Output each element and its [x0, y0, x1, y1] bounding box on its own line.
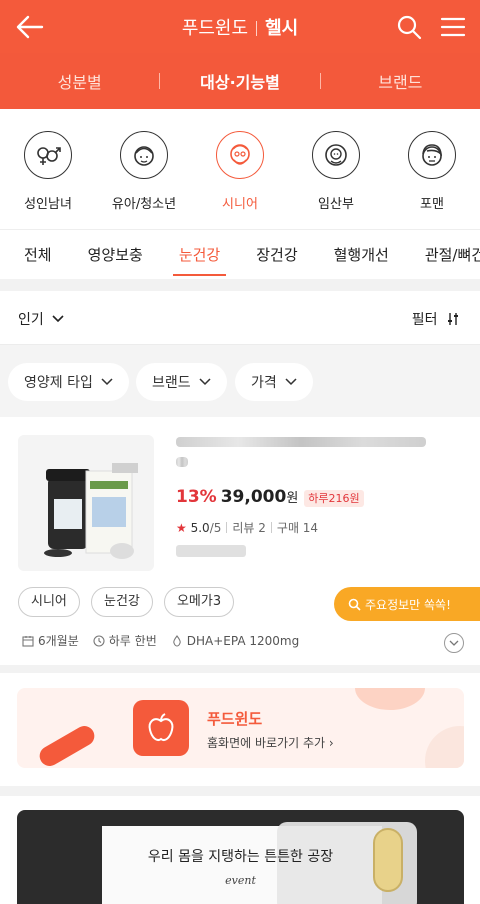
section-name: 헬시 — [265, 18, 299, 39]
product-image[interactable] — [18, 435, 154, 571]
meta-duration: 6개월분 — [22, 632, 79, 649]
sort-row: 인기 필터 — [0, 291, 480, 345]
chevron-down-icon — [52, 315, 64, 323]
tab-gut-health[interactable]: 장건강 — [256, 230, 297, 279]
subnav-brand[interactable]: 브랜드 — [321, 69, 480, 93]
category-label: 성인남녀 — [24, 197, 72, 212]
rating-row: ★ 5.0/5 리뷰 2 구매 14 — [176, 519, 318, 536]
sort-label: 인기 — [18, 312, 44, 328]
product-tags: 시니어 눈건강 오메가3 — [18, 587, 240, 617]
tag-omega3[interactable]: 오메가3 — [163, 587, 235, 617]
category-formen[interactable]: 포맨 — [384, 109, 480, 229]
product-meta: 6개월분 하루 한번 DHA+EPA 1200mg — [22, 632, 313, 649]
chip-brand[interactable]: 브랜드 — [136, 363, 227, 401]
price-row: 13% 39,000원 하루216원 — [176, 487, 364, 507]
sub-navigation: 성분별 대상·기능별 브랜드 — [0, 53, 480, 109]
brand-name-blurred — [176, 545, 246, 557]
category-label: 포맨 — [420, 197, 444, 212]
banner-subtitle: 홈화면에 바로가기 추가 › — [207, 736, 334, 750]
tab-joint-bone[interactable]: 관절/뼈건 — [425, 230, 480, 279]
category-adult[interactable]: 성인남녀 — [0, 109, 96, 229]
category-label: 임산부 — [318, 197, 354, 212]
category-pregnant[interactable]: 임산부 — [288, 109, 384, 229]
meta-frequency-text: 하루 한번 — [108, 634, 157, 648]
baby-icon — [312, 131, 360, 179]
category-label: 시니어 — [222, 197, 258, 212]
category-icons: 성인남녀 유아/청소년 시니어 임산부 포맨 — [0, 109, 480, 229]
meta-duration-text: 6개월분 — [38, 634, 79, 648]
decorative-shape — [36, 722, 98, 768]
purchase-count: 구매 14 — [276, 521, 319, 535]
key-info-button[interactable]: 주요정보만 쏙쏙! — [334, 587, 480, 621]
decorative-shape — [355, 688, 425, 710]
chip-supplement-type[interactable]: 영양제 타입 — [8, 363, 129, 401]
key-info-label: 주요정보만 쏙쏙! — [365, 597, 451, 612]
meta-ingredient: DHA+EPA 1200mg — [171, 634, 299, 648]
per-day-price-badge: 하루216원 — [304, 490, 364, 507]
add-shortcut-banner[interactable]: 푸드윈도 홈화면에 바로가기 추가 › — [17, 688, 464, 768]
tag-eye-health[interactable]: 눈건강 — [90, 587, 153, 617]
banner-title: 푸드윈도 — [207, 710, 263, 728]
meta-ingredient-text: DHA+EPA 1200mg — [186, 633, 300, 648]
chip-label: 브랜드 — [152, 375, 191, 391]
event-text: 우리 몸을 지탱하는 튼튼한 공장 — [147, 849, 334, 865]
section-gap — [0, 279, 480, 291]
category-label: 유아/청소년 — [111, 197, 177, 212]
hamburger-menu-icon[interactable] — [440, 16, 466, 38]
tag-senior[interactable]: 시니어 — [18, 587, 80, 617]
decorative-shape — [425, 726, 464, 768]
top-bar: 푸드윈도 헬시 — [0, 0, 480, 53]
event-badge: event — [225, 874, 256, 887]
man-face-icon — [408, 131, 456, 179]
chevron-down-icon — [101, 378, 113, 386]
subnav-target-function[interactable]: 대상·기능별 — [160, 69, 319, 93]
tab-nutrition[interactable]: 영양보충 — [88, 230, 143, 279]
rating-value: 5.0 — [190, 521, 210, 535]
rating-max: /5 — [209, 521, 222, 535]
meta-frequency: 하루 한번 — [93, 632, 157, 649]
apple-icon — [133, 700, 189, 756]
search-icon[interactable] — [396, 14, 422, 40]
chevron-down-icon — [449, 640, 459, 646]
section-gap — [0, 786, 480, 796]
chevron-down-icon — [285, 378, 297, 386]
child-face-icon — [120, 131, 168, 179]
tab-eye-health[interactable]: 눈건강 — [172, 230, 227, 279]
gender-icon — [24, 131, 72, 179]
event-card[interactable]: 우리 몸을 지탱하는 튼튼한 공장 event — [17, 810, 464, 904]
senior-face-icon — [216, 131, 264, 179]
function-tabs: 전체 영양보충 눈건강 장건강 혈행개선 관절/뼈건 — [0, 229, 480, 279]
chip-label: 영양제 타입 — [24, 375, 93, 391]
expand-button[interactable] — [444, 633, 464, 653]
chip-price[interactable]: 가격 — [235, 363, 313, 401]
tab-circulation[interactable]: 혈행개선 — [334, 230, 389, 279]
filter-chips: 영양제 타입 브랜드 가격 — [0, 345, 480, 417]
chip-label: 가격 — [251, 375, 277, 391]
subnav-ingredient[interactable]: 성분별 — [0, 69, 159, 93]
calendar-icon — [22, 635, 34, 647]
droplet-icon — [173, 634, 181, 647]
category-child[interactable]: 유아/청소년 — [96, 109, 192, 229]
category-senior[interactable]: 시니어 — [192, 109, 288, 229]
discount-rate: 13% — [176, 487, 217, 507]
price-amount: 39,000 — [220, 487, 287, 507]
chevron-down-icon — [199, 378, 211, 386]
brand-name: 푸드윈도 — [181, 18, 249, 39]
review-count: 리뷰 2 — [232, 521, 266, 535]
filter-label: 필터 — [411, 312, 438, 328]
tab-all[interactable]: 전체 — [24, 230, 52, 279]
star-icon: ★ — [176, 521, 187, 535]
sort-dropdown[interactable]: 인기 — [18, 309, 64, 329]
product-card[interactable]: 13% 39,000원 하루216원 ★ 5.0/5 리뷰 2 구매 14 시니어 눈건… — [0, 417, 480, 665]
search-icon — [348, 598, 361, 611]
title-divider — [256, 21, 258, 36]
price-unit: 원 — [286, 491, 299, 506]
filter-sliders-icon — [448, 313, 458, 325]
section-gap — [0, 665, 480, 673]
product-name-blurred[interactable] — [176, 437, 438, 475]
clock-icon — [93, 634, 105, 647]
filter-button[interactable]: 필터 — [412, 309, 460, 329]
